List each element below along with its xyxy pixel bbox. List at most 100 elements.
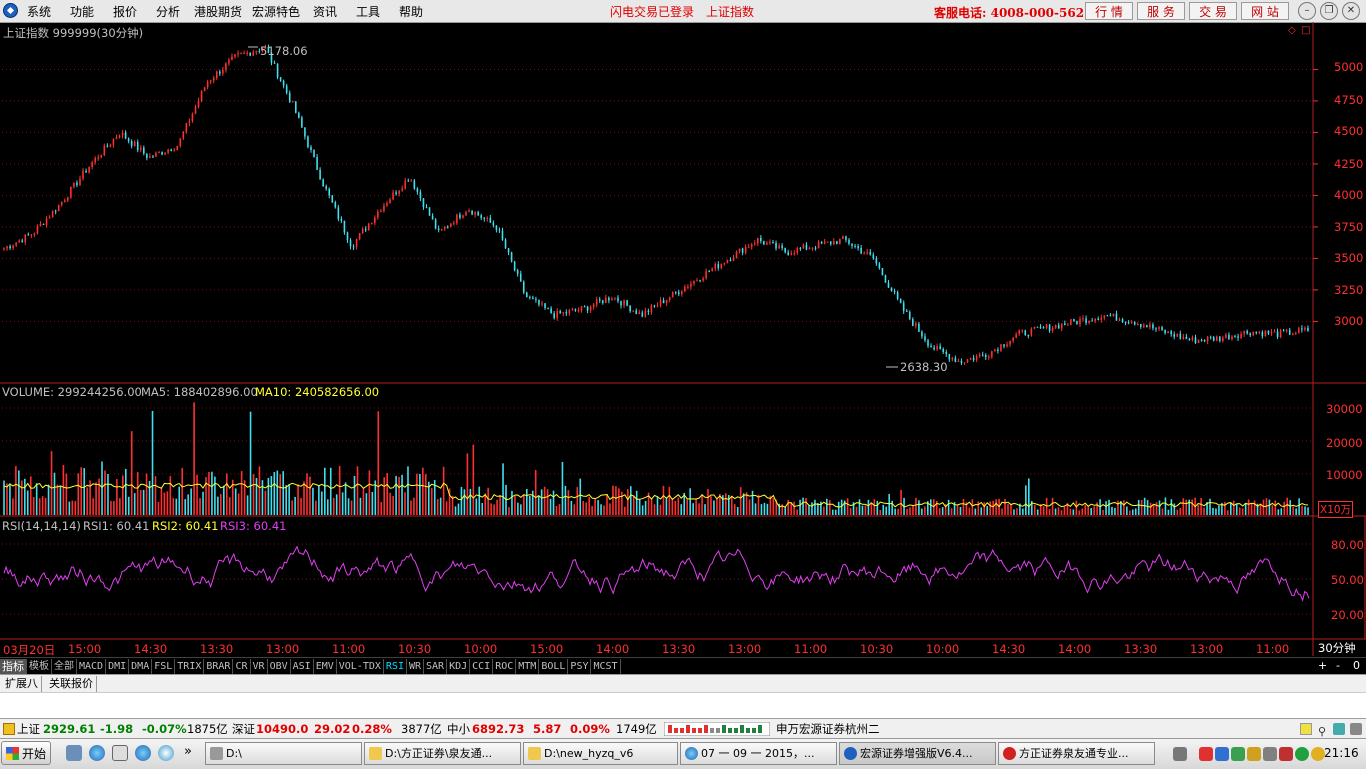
update-icon[interactable] [1295,747,1309,761]
start-button[interactable]: 开始 [1,741,51,765]
indicator-tab-全部[interactable]: 全部 [52,659,77,674]
no-network-icon[interactable] [1279,747,1293,761]
show-desktop-icon[interactable] [66,745,82,761]
task-explorer-d[interactable]: D:\ [205,742,362,765]
zoom-in-button[interactable]: + [1318,659,1327,672]
task-ie-window[interactable]: 07 一 09 一 2015，... [680,742,837,765]
indicator-tab-模板[interactable]: 模板 [27,659,52,674]
price-candle-body [386,203,388,206]
indicator-tab-cci[interactable]: CCI [470,659,494,674]
close-icon[interactable]: ✕ [1342,2,1360,20]
website-button[interactable]: 网 站 [1241,2,1289,20]
price-candle-body [1252,331,1255,336]
indicator-tab-sar[interactable]: SAR [424,659,448,674]
qq-browser-icon[interactable] [158,745,174,761]
breadth-bar [692,728,696,733]
app-logo-icon[interactable] [3,3,18,18]
volume-axis-label: 30000 [1326,402,1363,416]
menu-hk-futures[interactable]: 港股期货 [194,3,242,20]
antivirus-icon[interactable] [1231,747,1245,761]
indicator-tab-mcst[interactable]: MCST [591,659,621,674]
indicator-tab-vol-tdx[interactable]: VOL-TDX [337,659,384,674]
menu-news[interactable]: 资讯 [313,3,337,20]
flash-trade-status[interactable]: 闪电交易已登录 [610,3,694,20]
menu-hongyuan-special[interactable]: 宏源特色 [252,3,300,20]
market-icon[interactable] [3,723,15,735]
diamond-icon[interactable]: ◇ [1288,25,1296,36]
indicator-tab-指标[interactable]: 指标 [0,659,27,674]
menu-analysis[interactable]: 分析 [156,3,180,20]
window-switch-icon[interactable] [112,745,128,761]
menu-function[interactable]: 功能 [70,3,94,20]
indicator-tab-cr[interactable]: CR [233,659,251,674]
service-button[interactable]: 服 务 [1137,2,1185,20]
indicator-tab-brar[interactable]: BRAR [204,659,234,674]
price-candle-body [60,202,63,205]
ie-browser-icon[interactable] [89,745,105,761]
volume-title: VOLUME: 299244256.00 [2,385,142,399]
indicator-tab-trix[interactable]: TRIX [175,659,205,674]
indicator-tab-dma[interactable]: DMA [129,659,153,674]
tab-related-quotes[interactable]: 关联报价 [46,676,97,692]
network-status-icon[interactable] [1247,747,1261,761]
more-chevron-icon[interactable]: » [184,744,192,759]
menu-tools[interactable]: 工具 [356,3,380,20]
price-candle-body [1088,320,1090,323]
lock-icon[interactable] [1350,723,1362,735]
security-icon[interactable] [1199,747,1213,761]
price-candle-body [1231,336,1233,340]
indicator-tab-wr[interactable]: WR [407,659,425,674]
tab-extension-8[interactable]: 扩展八 [2,676,42,692]
indicator-tab-rsi[interactable]: RSI [384,659,407,674]
trade-button[interactable]: 交 易 [1189,2,1237,20]
volume-icon[interactable] [1263,747,1277,761]
indicator-tab-boll[interactable]: BOLL [539,659,569,674]
indicator-tab-kdj[interactable]: KDJ [447,659,471,674]
shield-icon[interactable] [1215,747,1229,761]
price-candle-body [316,157,318,170]
indicator-tab-obv[interactable]: OBV [268,659,291,674]
price-candle-body [273,62,276,64]
task-hongyuan-app[interactable]: 宏源证券增强版V6.4... [839,742,996,765]
window-icon[interactable]: □ [1301,25,1310,36]
price-candle-body [820,241,823,244]
zoom-out-button[interactable]: - [1336,659,1340,672]
price-candle-body [149,156,151,158]
market-button[interactable]: 行 情 [1085,2,1133,20]
indicator-tab-macd[interactable]: MACD [77,659,107,674]
browser-icon[interactable] [135,745,151,761]
price-candle-body [15,242,17,246]
task-founder-app[interactable]: 方正证券泉友通专业... [998,742,1155,765]
indicator-tab-roc[interactable]: ROC [493,659,517,674]
chart-canvas[interactable] [0,22,1366,656]
price-candle-body [307,136,309,148]
indicator-tab-psy[interactable]: PSY [568,659,592,674]
price-candle-body [91,162,93,167]
menu-quote[interactable]: 报价 [113,3,137,20]
task-explorer-founder[interactable]: D:\方正证券\泉友通... [364,742,521,765]
price-candle-body [1036,326,1039,328]
price-candle-body [1307,327,1309,331]
zoom-reset-button[interactable]: 0 [1353,659,1360,672]
indicator-tab-mtm[interactable]: MTM [516,659,540,674]
task-explorer-hyzq[interactable]: D:\new_hyzq_v6 [523,742,678,765]
menu-system[interactable]: 系统 [27,3,51,20]
tray-app-icon[interactable] [1311,747,1325,761]
period-label[interactable]: 30分钟 [1318,640,1356,656]
indicator-tab-asi[interactable]: ASI [291,659,314,674]
indicator-tab-dmi[interactable]: DMI [106,659,130,674]
price-candle-body [1191,337,1194,340]
price-candle-body [1225,334,1227,338]
index-link[interactable]: 上证指数 [706,3,754,20]
restore-icon[interactable]: ❐ [1320,2,1338,20]
menu-help[interactable]: 帮助 [399,3,423,20]
keyboard-icon[interactable] [1173,747,1187,761]
minimize-icon[interactable]: – [1298,2,1316,20]
indicator-tab-fsl[interactable]: FSL [152,659,176,674]
indicator-tab-vr[interactable]: VR [251,659,268,674]
chart-area[interactable]: 上证指数 999999(30分钟) ◇ □ 5178.06 2638.30 VO… [0,22,1366,657]
notice-icon[interactable] [1300,723,1312,735]
price-candle-body [635,310,638,315]
indicator-tab-emv[interactable]: EMV [314,659,337,674]
time-axis-label: 10:30 [398,642,432,656]
